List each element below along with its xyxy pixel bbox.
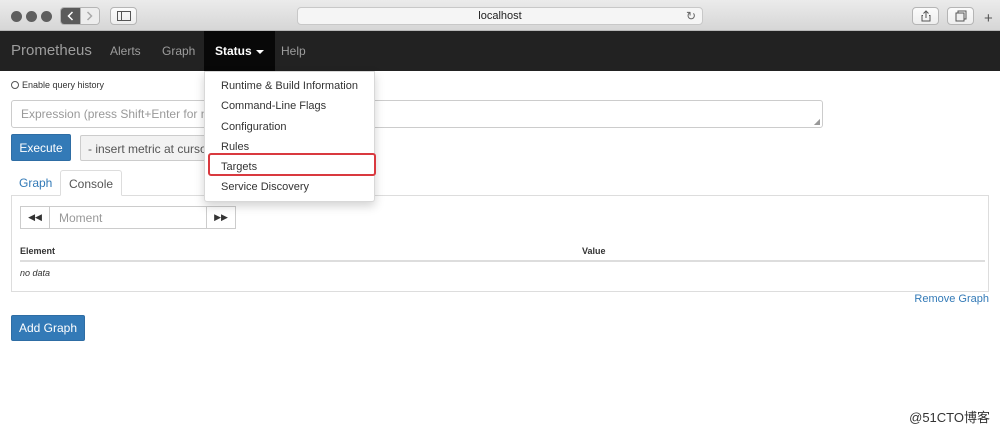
sidebar-icon: [116, 11, 131, 21]
add-graph-button[interactable]: Add Graph: [11, 315, 85, 341]
chevron-right-icon: [87, 11, 93, 21]
console-panel: ◀◀ Moment ▶▶ Element Value no data: [11, 195, 989, 292]
top-navbar: Prometheus Alerts Graph Status Help: [0, 31, 1000, 71]
moment-placeholder: Moment: [59, 211, 103, 225]
moment-controls: ◀◀ Moment ▶▶: [20, 206, 236, 229]
history-label: Enable query history: [22, 80, 105, 90]
menu-item-service-discovery[interactable]: Service Discovery: [221, 181, 309, 193]
caret-down-icon: [255, 49, 264, 54]
nav-alerts[interactable]: Alerts: [110, 44, 141, 58]
column-value: Value: [582, 246, 606, 256]
column-element: Element: [20, 246, 56, 256]
table-header-divider: [20, 260, 985, 262]
brand-link[interactable]: Prometheus: [11, 42, 92, 59]
share-button[interactable]: [912, 7, 939, 25]
status-dropdown-menu: Runtime & Build Information Command-Line…: [204, 71, 375, 202]
menu-item-runtime-build-info[interactable]: Runtime & Build Information: [221, 80, 358, 92]
back-button[interactable]: [61, 8, 80, 24]
moment-forward-button[interactable]: ▶▶: [206, 206, 236, 229]
no-data-text: no data: [20, 268, 51, 278]
history-checkbox[interactable]: [11, 81, 19, 89]
view-tabs: Graph Console: [11, 170, 989, 196]
new-tab-icon[interactable]: +: [984, 10, 993, 27]
menu-item-rules[interactable]: Rules: [221, 141, 249, 153]
execute-button[interactable]: Execute: [11, 134, 71, 161]
nav-status-label: Status: [215, 44, 252, 58]
resize-handle-icon[interactable]: ◢: [814, 117, 820, 126]
fast-forward-icon: ▶▶: [214, 212, 228, 222]
insert-metric-label: - insert metric at cursor: [88, 142, 211, 156]
nav-help[interactable]: Help: [281, 44, 306, 58]
tabs-overview-button[interactable]: [947, 7, 974, 25]
remove-graph-link[interactable]: Remove Graph: [914, 293, 989, 305]
tabs-icon: [955, 10, 966, 22]
add-graph-label: Add Graph: [18, 321, 78, 335]
forward-button[interactable]: [79, 8, 99, 24]
menu-item-command-line-flags[interactable]: Command-Line Flags: [221, 100, 326, 112]
chevron-left-icon: [67, 11, 73, 21]
targets-highlight-box: [208, 153, 376, 176]
history-nav: [60, 7, 100, 25]
browser-toolbar: localhost ↻ +: [0, 0, 1000, 31]
menu-item-configuration[interactable]: Configuration: [221, 121, 286, 133]
minimize-window-icon[interactable]: [26, 11, 37, 22]
sidebar-toggle-button[interactable]: [110, 7, 137, 25]
share-icon: [921, 10, 930, 22]
query-history-toggle[interactable]: Enable query history: [11, 80, 104, 90]
nav-graph[interactable]: Graph: [162, 44, 195, 58]
url-text: localhost: [478, 10, 522, 22]
moment-input[interactable]: Moment: [50, 206, 206, 229]
zoom-window-icon[interactable]: [41, 11, 52, 22]
tab-graph[interactable]: Graph: [11, 170, 60, 196]
moment-back-button[interactable]: ◀◀: [20, 206, 50, 229]
rewind-icon: ◀◀: [28, 212, 42, 222]
close-window-icon[interactable]: [11, 11, 22, 22]
expression-input[interactable]: Expression (press Shift+Enter for newlin…: [11, 100, 823, 128]
execute-label: Execute: [19, 140, 63, 155]
tab-console[interactable]: Console: [60, 170, 123, 196]
address-bar[interactable]: localhost ↻: [297, 7, 703, 25]
watermark-text: @51CTO博客: [909, 410, 990, 425]
reload-icon[interactable]: ↻: [686, 9, 696, 23]
nav-status[interactable]: Status: [204, 31, 275, 71]
insert-metric-select[interactable]: - insert metric at cursor: [80, 135, 220, 161]
